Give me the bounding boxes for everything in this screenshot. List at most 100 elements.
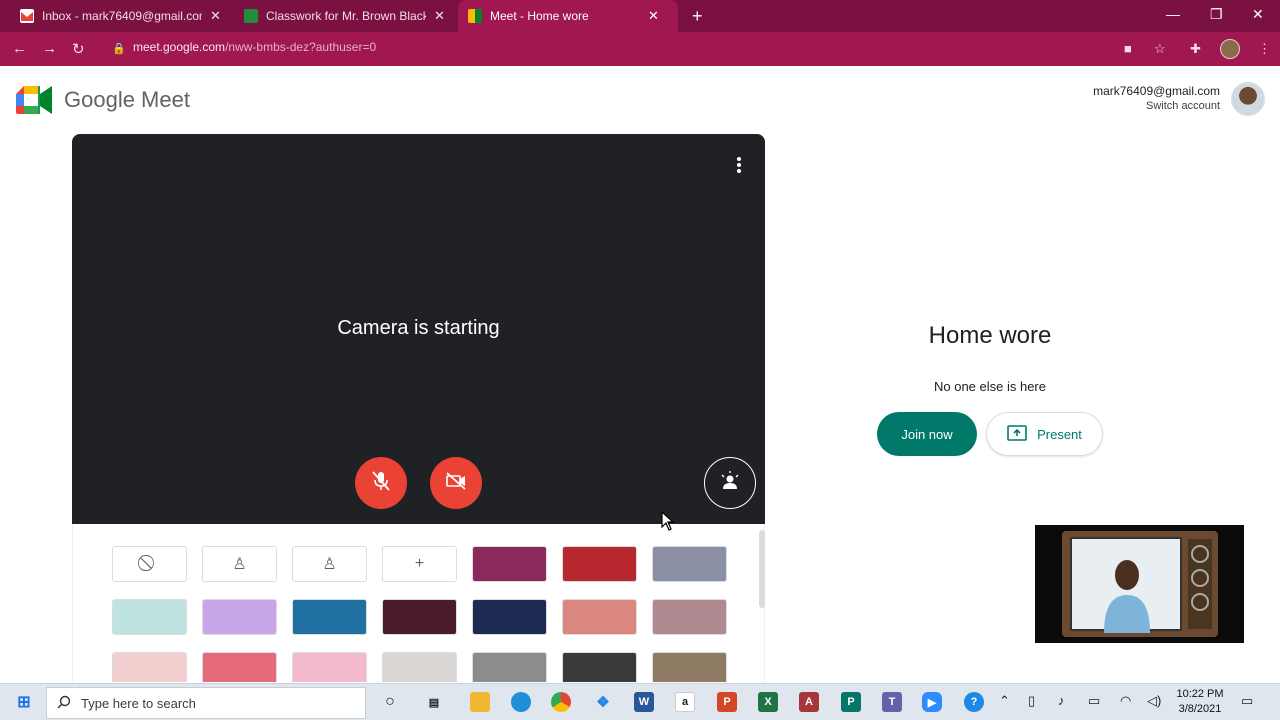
word-icon[interactable]: W xyxy=(634,692,654,712)
meet-icon xyxy=(468,9,482,23)
browser-tab-bar: Inbox - mark76409@gmail.com - ✕ Classwor… xyxy=(0,0,1280,32)
chrome-icon[interactable] xyxy=(551,692,571,712)
url-field[interactable]: meet.google.com/nww-bmbs-dez?authuser=0 xyxy=(133,40,376,54)
url-host: meet.google.com xyxy=(133,40,226,54)
address-bar: ← → ↻ 🔒 meet.google.com/nww-bmbs-dez?aut… xyxy=(0,32,1280,66)
google-meet-logo[interactable]: Google Meet xyxy=(16,86,190,114)
present-icon xyxy=(1007,424,1037,444)
taskbar-clock[interactable]: 10:22 PM 3/8/2021 xyxy=(1170,687,1230,717)
volume-icon[interactable]: ◁) xyxy=(1147,693,1161,709)
background-tile[interactable] xyxy=(562,546,637,582)
blur-icon: ♙ xyxy=(232,556,247,573)
account-email: mark76409@gmail.com xyxy=(1093,84,1220,98)
device-icon[interactable]: ▯ xyxy=(1028,693,1035,709)
wifi-icon[interactable]: ◠ xyxy=(1120,693,1131,709)
taskbar-search[interactable]: Type here to search xyxy=(46,687,366,719)
forward-icon[interactable]: → xyxy=(42,40,57,57)
windows-taskbar: ⊞ Type here to search ○ ▤ ❖ W a P X A P … xyxy=(0,683,1280,720)
background-tile[interactable] xyxy=(472,652,547,682)
background-tile[interactable] xyxy=(652,599,727,635)
background-tile[interactable] xyxy=(292,652,367,682)
task-view-icon[interactable]: ▤ xyxy=(424,692,444,712)
help-icon[interactable]: ? xyxy=(964,692,984,712)
battery-icon[interactable]: ▭ xyxy=(1088,693,1100,709)
panel-scrollbar[interactable] xyxy=(759,530,765,608)
tab-gmail[interactable]: Inbox - mark76409@gmail.com - ✕ xyxy=(10,0,231,32)
background-tile[interactable] xyxy=(112,599,187,635)
publisher-icon[interactable]: P xyxy=(841,692,861,712)
menu-icon[interactable]: ⋮ xyxy=(1258,41,1271,57)
background-tile[interactable] xyxy=(472,599,547,635)
background-tile[interactable] xyxy=(652,546,727,582)
reload-icon[interactable]: ↻ xyxy=(72,40,85,58)
close-icon[interactable]: ✕ xyxy=(648,8,659,24)
switch-account-link[interactable]: Switch account xyxy=(1093,99,1220,114)
background-tile[interactable] xyxy=(112,652,187,682)
windows-start-icon[interactable]: ⊞ xyxy=(14,692,34,712)
file-explorer-icon[interactable] xyxy=(470,692,490,712)
tv-knobs xyxy=(1188,539,1212,629)
star-icon[interactable]: ☆ xyxy=(1154,41,1166,57)
mic-toggle-button[interactable] xyxy=(355,457,407,509)
present-button[interactable]: Present xyxy=(986,412,1103,456)
profile-avatar[interactable] xyxy=(1220,39,1240,59)
plus-icon: + xyxy=(414,555,425,572)
join-now-button[interactable]: Join now xyxy=(877,412,977,456)
add-background-tile[interactable]: + xyxy=(382,546,457,582)
edge-icon[interactable] xyxy=(511,692,531,712)
background-tile[interactable] xyxy=(382,652,457,682)
dropbox-icon[interactable]: ❖ xyxy=(593,692,613,712)
background-tile[interactable] xyxy=(202,652,277,682)
clock-date: 3/8/2021 xyxy=(1178,703,1222,715)
window-close-icon[interactable]: ✕ xyxy=(1252,6,1264,23)
access-icon[interactable]: A xyxy=(799,692,819,712)
background-tile[interactable]: ♙ xyxy=(292,546,367,582)
new-tab-button[interactable]: + xyxy=(692,6,703,27)
lock-icon[interactable]: 🔒 xyxy=(112,42,126,55)
more-options-icon[interactable] xyxy=(736,156,742,174)
extensions-icon[interactable]: ✚ xyxy=(1190,41,1201,57)
background-tile[interactable] xyxy=(292,599,367,635)
powerpoint-icon[interactable]: P xyxy=(717,692,737,712)
back-icon[interactable]: ← xyxy=(12,40,27,57)
present-label: Present xyxy=(1037,426,1082,442)
background-tile[interactable] xyxy=(202,599,277,635)
account-info: mark76409@gmail.com Switch account xyxy=(1093,84,1220,114)
background-tile[interactable] xyxy=(382,599,457,635)
teams-icon[interactable]: T xyxy=(882,692,902,712)
webcam-overlay xyxy=(1035,525,1244,643)
cortana-icon[interactable]: ○ xyxy=(380,692,400,712)
close-icon[interactable]: ✕ xyxy=(210,8,221,24)
background-tile[interactable] xyxy=(562,652,637,682)
restore-icon[interactable]: ❐ xyxy=(1210,6,1223,23)
minimize-icon[interactable]: — xyxy=(1166,6,1180,22)
visual-effects-button[interactable] xyxy=(704,457,756,509)
video-preview: Camera is starting xyxy=(72,134,765,524)
tab-meet[interactable]: Meet - Home wore ✕ xyxy=(458,0,678,32)
background-tile[interactable]: ♙ xyxy=(202,546,277,582)
tab-title: Inbox - mark76409@gmail.com - xyxy=(42,9,202,23)
background-tile[interactable] xyxy=(562,599,637,635)
excel-icon[interactable]: X xyxy=(758,692,778,712)
tab-classroom[interactable]: Classwork for Mr. Brown Black d ✕ xyxy=(234,0,455,32)
camera-toggle-button[interactable] xyxy=(430,457,482,509)
search-icon xyxy=(57,695,71,712)
clock-time: 10:22 PM xyxy=(1176,688,1224,700)
background-tile[interactable] xyxy=(472,546,547,582)
chevron-up-icon[interactable]: ⌃ xyxy=(999,693,1010,709)
tv-frame xyxy=(1062,531,1218,637)
account-avatar[interactable] xyxy=(1231,82,1265,116)
logo-text: Google Meet xyxy=(64,87,190,112)
notifications-icon[interactable]: ▭ xyxy=(1241,693,1253,709)
background-none-tile[interactable]: ⃠ xyxy=(112,546,187,582)
microphone-icon[interactable]: ♪ xyxy=(1058,693,1065,708)
mouse-cursor-icon xyxy=(661,510,675,536)
meeting-title: Home wore xyxy=(928,322,1052,349)
amazon-icon[interactable]: a xyxy=(675,692,695,712)
camera-indicator-icon[interactable]: ■ xyxy=(1124,41,1132,56)
camera-off-icon xyxy=(445,471,467,496)
zoom-icon[interactable]: ▶ xyxy=(922,692,942,712)
background-tile[interactable] xyxy=(652,652,727,682)
mic-off-icon xyxy=(371,470,391,497)
close-icon[interactable]: ✕ xyxy=(434,8,445,24)
